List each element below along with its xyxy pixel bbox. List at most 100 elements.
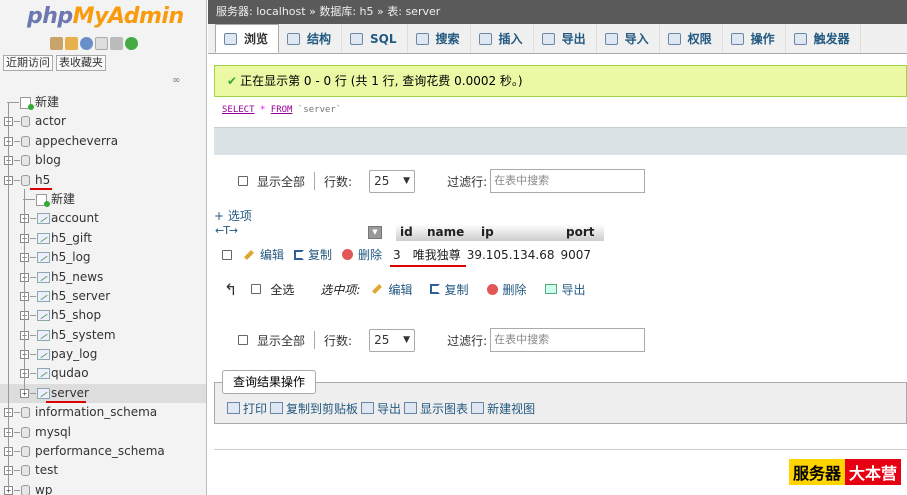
show-all-checkbox[interactable] xyxy=(238,176,248,186)
database-icon xyxy=(21,174,30,186)
breadcrumb-table[interactable]: 表: server xyxy=(387,5,440,18)
new-item[interactable]: 新建 xyxy=(0,190,206,209)
tab-search[interactable]: 搜索 xyxy=(408,24,471,53)
sql-from-keyword[interactable]: FROM xyxy=(271,105,293,115)
cell-ip[interactable]: 39.105.134.68 xyxy=(467,248,555,262)
export-button[interactable]: 导出 xyxy=(361,400,401,417)
tab-export[interactable]: 导出 xyxy=(534,24,597,53)
watermark-logo: 服务器 大本营 xyxy=(788,459,901,485)
print-label: 打印 xyxy=(243,401,268,416)
breadcrumb-server[interactable]: 服务器: localhost xyxy=(216,5,306,18)
table-icon xyxy=(37,329,50,341)
tab-browse[interactable]: 浏览 xyxy=(215,24,280,53)
copy-to-clipboard-button[interactable]: 复制到剪贴板 xyxy=(270,400,358,417)
table-icon xyxy=(37,252,50,264)
database-item[interactable]: +test xyxy=(0,461,206,480)
logo-php-text: php xyxy=(27,4,73,29)
options-link[interactable]: + 选项 xyxy=(214,207,252,224)
sql-select-keyword[interactable]: SELECT xyxy=(222,105,255,115)
docs-icon[interactable] xyxy=(95,37,108,50)
database-item[interactable]: + wp xyxy=(0,481,206,495)
rows-select[interactable]: 25 ▼ xyxy=(369,169,416,193)
tree-connector xyxy=(30,218,36,220)
home-icon[interactable] xyxy=(50,37,63,50)
check-all-checkbox[interactable] xyxy=(251,284,262,294)
column-header-ip[interactable]: ip xyxy=(477,224,562,241)
print-button[interactable]: 打印 xyxy=(227,400,267,417)
sort-dropdown-icon[interactable]: ▼ xyxy=(368,226,382,239)
logout-icon[interactable] xyxy=(65,37,78,50)
cell-id[interactable]: 3 xyxy=(393,248,401,262)
create-view-button[interactable]: 新建视图 xyxy=(471,400,535,417)
bulk-delete-label: 删除 xyxy=(502,282,527,297)
table-item[interactable]: +h5_system xyxy=(0,326,206,345)
row-edit-button[interactable]: 编辑 xyxy=(244,246,284,263)
check-icon: ✔ xyxy=(227,74,238,88)
table-item[interactable]: +account xyxy=(0,209,206,228)
rows-select[interactable]: 25 ▼ xyxy=(369,328,416,352)
main-panel: 服务器: localhost » 数据库: h5 » 表: server 浏览 结… xyxy=(208,0,907,495)
divider xyxy=(214,449,907,450)
tree-connector xyxy=(14,140,20,142)
column-header-name[interactable]: name xyxy=(423,224,477,241)
row-checkbox[interactable] xyxy=(222,249,232,260)
column-arrows[interactable]: ←T→ xyxy=(215,224,238,237)
results-navigation-top: 显示全部 行数: 25 ▼ 过滤行: 在表中搜索 xyxy=(238,168,646,194)
table-item[interactable]: +h5_news xyxy=(0,268,206,287)
bulk-export-button[interactable]: 导出 xyxy=(544,281,586,298)
table-item[interactable]: +h5_gift xyxy=(0,229,206,248)
display-chart-button[interactable]: 显示图表 xyxy=(404,400,468,417)
show-all-checkbox[interactable] xyxy=(238,335,248,345)
pencil-icon xyxy=(244,249,254,260)
filter-rows-input[interactable]: 在表中搜索 xyxy=(490,169,646,193)
database-item[interactable]: +blog xyxy=(0,151,206,170)
database-item[interactable]: +information_schema xyxy=(0,403,206,422)
help-icon[interactable] xyxy=(80,37,93,50)
new-icon xyxy=(20,97,34,110)
database-item[interactable]: +mysql xyxy=(0,423,206,442)
tab-import[interactable]: 导入 xyxy=(597,24,660,53)
bulk-copy-button[interactable]: 复制 xyxy=(430,281,469,298)
tab-privileges[interactable]: 权限 xyxy=(660,24,723,53)
logo-myadmin-text: MyAdmin xyxy=(72,4,184,29)
bulk-edit-button[interactable]: 编辑 xyxy=(372,281,412,298)
recent-favorites-tabs: 近期访问 表收藏夹 xyxy=(3,55,106,71)
bulk-delete-button[interactable]: 删除 xyxy=(486,281,527,298)
table-item[interactable]: +qudao xyxy=(0,364,206,383)
column-header-port[interactable]: port xyxy=(562,224,604,241)
table-item[interactable]: +pay_log xyxy=(0,345,206,364)
tab-structure[interactable]: 结构 xyxy=(279,24,343,53)
table-item[interactable]: +h5_log xyxy=(0,248,206,267)
settings-icon[interactable] xyxy=(110,37,123,50)
favorites-tab[interactable]: 表收藏夹 xyxy=(56,55,106,71)
reload-icon[interactable] xyxy=(125,37,138,50)
tree-connector xyxy=(14,160,20,162)
tab-sql[interactable]: SQL xyxy=(342,24,408,53)
database-icon xyxy=(21,135,30,147)
database-item[interactable]: +actor xyxy=(0,112,206,131)
database-item[interactable]: +performance_schema xyxy=(0,442,206,461)
table-item[interactable]: +h5_shop xyxy=(0,306,206,325)
tab-insert[interactable]: 插入 xyxy=(471,24,534,53)
with-selected-label: 选中项: xyxy=(320,282,361,297)
phpmyadmin-logo[interactable]: phpMyAdmin xyxy=(27,4,184,29)
tab-operations[interactable]: 操作 xyxy=(723,24,786,53)
new-item[interactable]: 新建 xyxy=(0,93,206,112)
breadcrumb-database[interactable]: 数据库: h5 xyxy=(319,5,373,18)
table-item[interactable]: +h5_server xyxy=(0,287,206,306)
triggers-icon xyxy=(793,32,807,45)
table-item[interactable]: + server xyxy=(0,383,206,404)
column-header-id[interactable]: id xyxy=(396,224,423,241)
link-with-main-icon[interactable]: ∞ xyxy=(172,75,180,86)
tree-item-label: h5_system xyxy=(51,327,116,342)
database-item[interactable]: +appecheverra xyxy=(0,132,206,151)
recent-tab[interactable]: 近期访问 xyxy=(3,55,53,71)
row-copy-button[interactable]: 复制 xyxy=(294,246,332,263)
check-all-label[interactable]: 全选 xyxy=(270,281,294,298)
row-copy-label: 复制 xyxy=(308,248,333,262)
cell-port[interactable]: 9007 xyxy=(561,248,592,262)
tab-triggers[interactable]: 触发器 xyxy=(786,24,861,53)
filter-rows-input[interactable]: 在表中搜索 xyxy=(490,328,646,352)
cell-name[interactable]: 唯我独尊 xyxy=(413,246,461,263)
row-delete-button[interactable]: 删除 xyxy=(342,246,382,263)
